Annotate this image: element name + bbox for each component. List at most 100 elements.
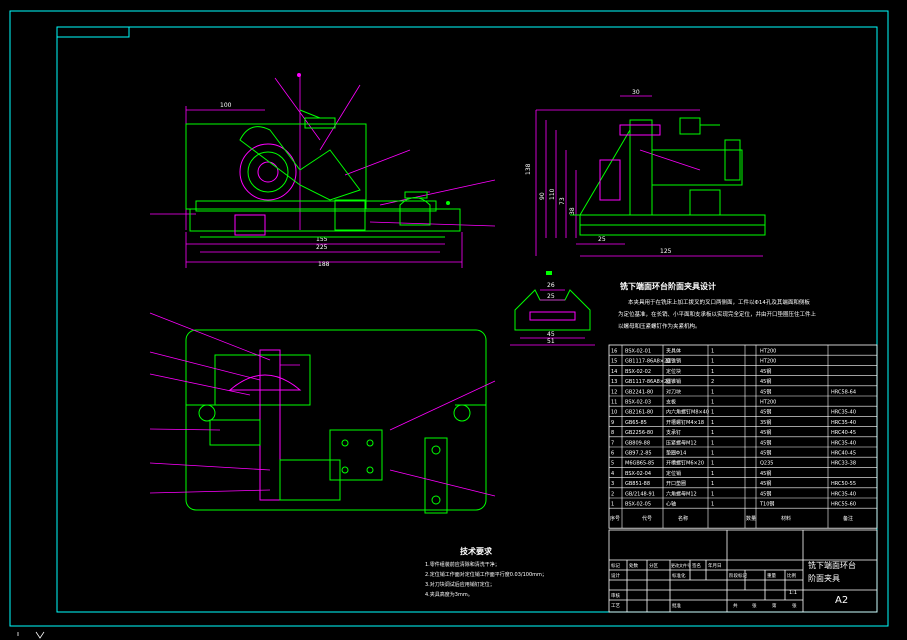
- bom-cell-material: HT200: [760, 359, 776, 365]
- bom-cell-qty: 1: [711, 369, 714, 375]
- bom-header-material: 材料: [781, 515, 791, 522]
- bom-cell-material: 45钢: [760, 470, 771, 477]
- dim-188: 188: [318, 261, 330, 268]
- bom-cell-code: BSX-02-02: [625, 369, 651, 375]
- tech-req-item-2: 2.定位销工作面对定位销工作面平行度0.03/100mm；: [425, 571, 547, 578]
- bom-cell-code: GB1117-86A8×20: [625, 379, 670, 385]
- tech-req-item-4: 4.夹具高度为3mm。: [425, 591, 473, 598]
- bom-cell-no: 6: [611, 451, 614, 457]
- title-block-title-2: 阶面夹具: [808, 573, 840, 583]
- front-view-marker: [446, 201, 450, 205]
- bom-cell-name: 开口垫圈: [666, 480, 686, 487]
- bom-cell-name: 定位块: [666, 368, 681, 375]
- dim-51: 51: [547, 338, 555, 345]
- bom-cell-name: 内六角螺钉M8×40: [666, 409, 709, 416]
- dim-110: 110: [549, 188, 556, 200]
- tb-label-total: 共: [733, 602, 738, 609]
- bom-cell-name: 开槽螺钉M6×20: [666, 460, 704, 467]
- bom-cell-note: HRC35-40: [831, 410, 856, 416]
- bom-cell-qty: 1: [711, 389, 714, 395]
- bom-cell-qty: 1: [711, 359, 714, 365]
- description-line-1: 本夹具用于在铣床上加工拨叉的叉口两侧面，工件以Φ14孔及其端面和侧板: [628, 298, 810, 306]
- bom-cell-no: 11: [611, 400, 617, 406]
- tb-label-sheets-2: 张: [792, 602, 797, 609]
- bom-cell-qty: 1: [711, 461, 714, 467]
- tb-label-sign: 签名: [692, 562, 701, 569]
- bom-cell-code: GB2161-80: [625, 410, 653, 416]
- bom-cell-note: HRC40-45: [831, 451, 856, 457]
- bom-cell-material: 45钢: [760, 429, 771, 436]
- tb-label-count: 处数: [629, 562, 638, 569]
- front-view-balloon: [297, 73, 301, 77]
- bom-cell-code: GB2256-80: [625, 430, 653, 436]
- description-line-3: 以螺母和压紧螺钉作为夹紧机构。: [618, 322, 701, 330]
- bom-cell-code: GB1117-86A8×20: [625, 359, 670, 365]
- bom-cell-name: 夹具体: [666, 348, 681, 355]
- bom-cell-no: 9: [611, 420, 614, 426]
- bom-cell-material: 45钢: [760, 480, 771, 487]
- bom-cell-code: GB97.2-85: [625, 451, 652, 457]
- background: [0, 0, 907, 640]
- bom-cell-code: M6GB65-85: [625, 461, 654, 467]
- bom-cell-note: HRC35-40: [831, 440, 856, 446]
- tb-label-review: 审核: [611, 592, 620, 599]
- tb-label-zone: 分区: [649, 562, 658, 569]
- bom-cell-qty: 1: [711, 451, 714, 457]
- bom-cell-qty: 1: [711, 471, 714, 477]
- bom-cell-name: 对刀块: [666, 388, 681, 395]
- bom-cell-code: BSX-02-04: [625, 471, 651, 477]
- bom-header-note: 备注: [843, 515, 853, 522]
- bom-cell-code: GB809-88: [625, 440, 650, 446]
- tech-req-item-1: 1.零件组装前应清除和清洗干净；: [425, 561, 500, 568]
- bom-cell-no: 14: [611, 369, 617, 375]
- bom-cell-material: 45钢: [760, 409, 771, 416]
- title-block-title-1: 铣下端面环台: [808, 560, 856, 570]
- bom-cell-name: 支承钉: [666, 429, 681, 436]
- bom-cell-material: 35钢: [760, 419, 771, 426]
- tb-label-weight: 重量: [767, 572, 776, 579]
- bom-cell-name: 心轴: [666, 501, 676, 508]
- bom-cell-note: HRC58-64: [831, 389, 856, 395]
- bom-cell-name: 垫圈Φ14: [666, 450, 686, 457]
- tb-label-mark: 标记: [611, 562, 620, 569]
- dim-225: 225: [316, 244, 328, 251]
- bom-cell-code: BSX-02-05: [625, 502, 651, 508]
- bom-cell-name: 支板: [666, 399, 676, 406]
- bom-cell-no: 8: [611, 430, 614, 436]
- dim-45: 45: [547, 331, 555, 338]
- bom-cell-code: BSX-02-01: [625, 349, 651, 355]
- bom-header-name: 名称: [678, 515, 688, 522]
- bom-cell-name: 六角螺母M12: [666, 490, 697, 497]
- bom-cell-material: 45钢: [760, 368, 771, 375]
- bom-cell-material: T10钢: [759, 501, 774, 508]
- tb-label-change-doc: 更改文件号: [671, 562, 691, 568]
- bom-cell-code: GB2241-80: [625, 389, 653, 395]
- dim-25: 25: [598, 236, 606, 243]
- bom-cell-qty: 1: [711, 410, 714, 416]
- dim-100: 100: [220, 102, 232, 109]
- bom-cell-name: 压紧螺母M12: [666, 439, 697, 446]
- bom-cell-material: 45钢: [760, 388, 771, 395]
- description-line-2: 为定位基准，在长销、小平面和支承板以实现完全定位，并由开口垫圈压住工件上: [618, 310, 817, 318]
- bom-cell-qty: 1: [711, 491, 714, 497]
- bom-cell-no: 13: [611, 379, 617, 385]
- bom-cell-qty: 1: [711, 420, 714, 426]
- tb-label-standard: 标准化: [672, 572, 686, 579]
- tb-label-sheet-no: 第: [772, 602, 777, 609]
- bom-cell-qty: 1: [711, 349, 714, 355]
- bom-cell-qty: 1: [711, 502, 714, 508]
- tb-label-design: 设计: [611, 572, 620, 579]
- scale-value: 1:1: [789, 590, 797, 596]
- bom-cell-name: 开槽螺钉M4×18: [666, 419, 704, 426]
- bom-cell-note: HRC35-40: [831, 491, 856, 497]
- bom-cell-code: GB65-85: [625, 420, 647, 426]
- dim-73: 73: [559, 197, 566, 205]
- tb-label-stage: 阶段标记: [729, 572, 747, 579]
- bom-cell-material: Q235: [760, 461, 773, 467]
- bom-cell-no: 16: [611, 349, 617, 355]
- dim-90: 90: [539, 192, 546, 200]
- bom-cell-no: 4: [611, 471, 614, 477]
- bom-cell-material: 45钢: [760, 490, 771, 497]
- drawing-heading: 铣下端面环台阶面夹具设计: [620, 281, 716, 291]
- tb-label-approve: 批准: [672, 602, 681, 609]
